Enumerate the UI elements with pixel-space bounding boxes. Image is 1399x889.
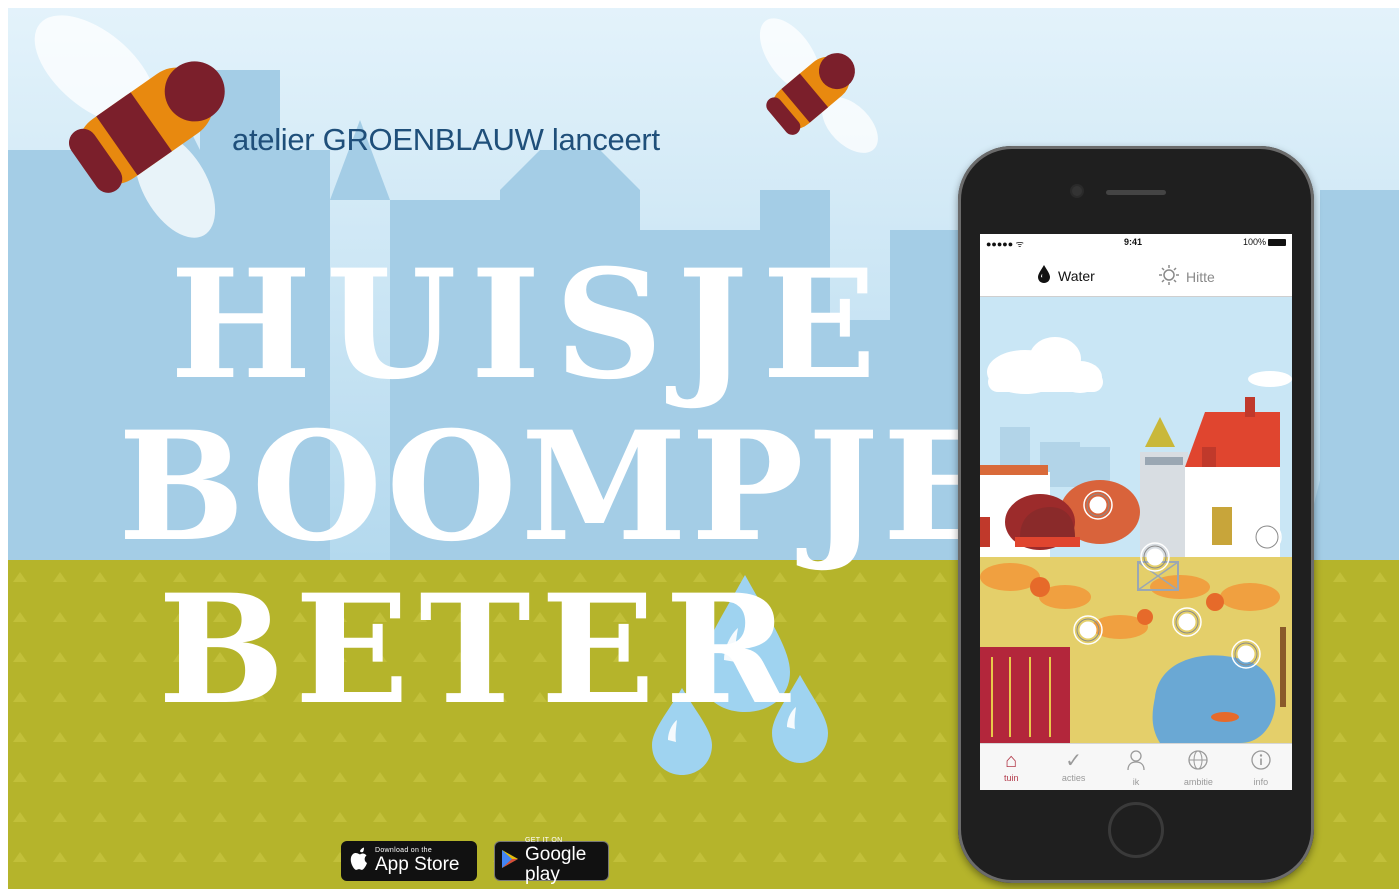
apple-icon	[349, 847, 369, 875]
battery-level: 100%	[1242, 237, 1266, 247]
status-time: 9:41	[1124, 237, 1143, 247]
phone-mockup: ●●●●● ᯤ 9:41 100% Water Hitte ⌂ tuin ✓ a…	[958, 146, 1314, 883]
signal-indicator: ●●●●● ᯤ	[986, 239, 1024, 249]
google-play-badge[interactable]: GET IT ON Google play	[494, 837, 609, 885]
home-button[interactable]	[1108, 802, 1164, 858]
nav-info[interactable]: info	[1230, 744, 1292, 790]
tagline: atelier GROENBLAUW lanceert	[232, 122, 660, 157]
garden-illustration	[980, 297, 1292, 743]
tab-water-label: Water	[1058, 268, 1095, 284]
front-camera	[1072, 186, 1082, 196]
nav-tuin[interactable]: ⌂ tuin	[980, 744, 1042, 790]
app-store-big-text: App Store	[375, 854, 460, 875]
tab-hitte[interactable]: Hitte	[1158, 264, 1215, 290]
tab-water[interactable]: Water	[1036, 264, 1095, 288]
garden-house-icon: ⌂	[1005, 750, 1018, 772]
nav-info-label: info	[1253, 777, 1269, 787]
nav-ik-label: ik	[1132, 777, 1140, 787]
headline-line-2: BOOMPJE	[118, 399, 1002, 575]
app-store-badge[interactable]: Download on the App Store	[341, 841, 477, 881]
earpiece-speaker	[1106, 190, 1166, 195]
user-icon	[1105, 749, 1167, 777]
promo-banner: atelier GROENBLAUW lanceert HUISJE BOOMP…	[0, 0, 1399, 889]
google-play-big-text: Google play	[525, 844, 587, 885]
checklist-icon: ✓	[1065, 750, 1082, 772]
battery-icon	[1268, 239, 1286, 247]
nav-ambitie-label: ambitie	[1183, 777, 1213, 787]
status-bar: ●●●●● ᯤ 9:41 100%	[980, 234, 1292, 250]
headline-line-1: HUISJE	[170, 237, 891, 413]
info-icon	[1230, 749, 1292, 777]
app-screen: ●●●●● ᯤ 9:41 100% Water Hitte ⌂ tuin ✓ a…	[980, 234, 1292, 790]
bottom-nav: ⌂ tuin ✓ acties ik ambitie info	[980, 743, 1292, 790]
nav-tuin-label: tuin	[1003, 773, 1019, 783]
water-drop-icon	[1036, 264, 1052, 288]
nav-acties-label: acties	[1061, 773, 1086, 783]
tab-hitte-label: Hitte	[1186, 269, 1215, 285]
nav-ik[interactable]: ik	[1105, 744, 1167, 790]
nav-acties[interactable]: ✓ acties	[1042, 744, 1104, 790]
sun-icon	[1158, 264, 1180, 290]
headline-line-3: BETER	[158, 562, 800, 738]
top-tabs: Water Hitte	[980, 252, 1292, 297]
battery-indicator: 100%	[1243, 237, 1286, 247]
globe-icon	[1167, 749, 1229, 777]
nav-ambitie[interactable]: ambitie	[1167, 744, 1229, 790]
play-triangle-icon	[501, 849, 519, 873]
